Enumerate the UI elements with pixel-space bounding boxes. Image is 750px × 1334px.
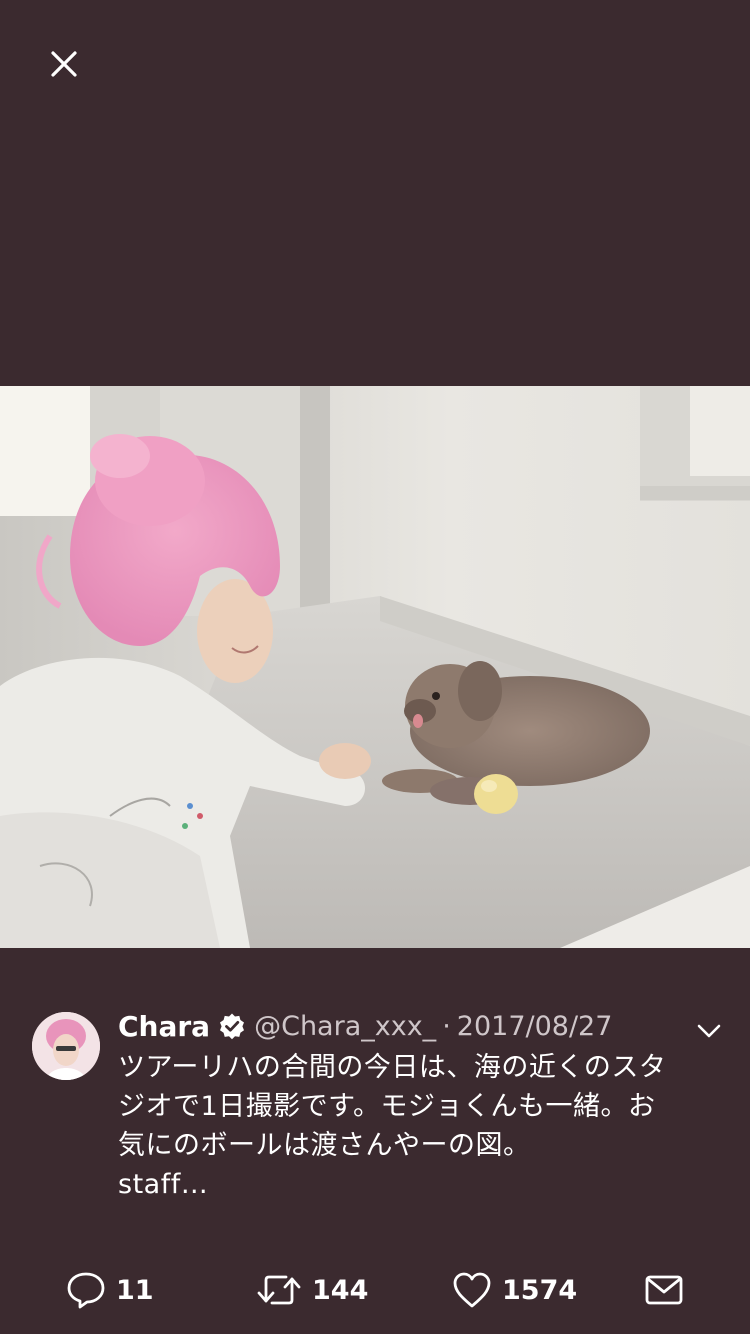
user-handle[interactable]: @Chara_xxx_ — [254, 1011, 436, 1042]
like-button[interactable]: 1574 — [452, 1270, 577, 1310]
media-viewer: Chara @Chara_xxx_ · 2017/08/27 ツアーリハの合間の… — [0, 0, 750, 1334]
close-icon — [51, 51, 77, 77]
like-count: 1574 — [502, 1274, 578, 1306]
avatar[interactable] — [32, 1012, 100, 1080]
close-button[interactable] — [36, 36, 92, 92]
retweet-icon — [257, 1275, 301, 1305]
reply-icon — [67, 1272, 105, 1309]
retweet-count: 144 — [312, 1274, 369, 1306]
tweet-date: 2017/08/27 — [456, 1010, 613, 1042]
reply-button[interactable]: 11 — [66, 1270, 154, 1310]
meta-separator: · — [442, 1010, 451, 1042]
tweet-text-line: ジオで1日撮影です。モジョくんも一緒。お — [118, 1091, 656, 1122]
verified-badge-icon — [218, 1012, 246, 1040]
envelope-icon — [645, 1275, 683, 1305]
tweet-actions: 11 144 1574 — [0, 1262, 750, 1318]
tweet-text-more[interactable]: staff… — [118, 1165, 718, 1204]
tweet-meta: Chara @Chara_xxx_ · 2017/08/27 — [118, 1008, 718, 1044]
tweet-text-line: ツアーリハの合間の今日は、海の近くのスタ — [118, 1052, 667, 1083]
reply-count: 11 — [116, 1274, 154, 1306]
avatar-image — [32, 1012, 100, 1080]
photo-image — [0, 386, 750, 948]
tweet-photo[interactable] — [0, 386, 750, 948]
tweet-content: Chara @Chara_xxx_ · 2017/08/27 ツアーリハの合間の… — [118, 1008, 718, 1204]
retweet-button[interactable]: 144 — [256, 1270, 368, 1310]
share-dm-button[interactable] — [644, 1270, 684, 1310]
tweet-text[interactable]: ツアーリハの合間の今日は、海の近くのスタ ジオで1日撮影です。モジョくんも一緒。… — [118, 1048, 718, 1204]
display-name[interactable]: Chara — [118, 1010, 210, 1043]
heart-icon — [453, 1272, 491, 1308]
more-options-button[interactable] — [694, 1016, 724, 1046]
chevron-down-icon — [697, 1024, 721, 1038]
tweet-text-line: 気にのボールは渡さんやーの図。 — [118, 1130, 531, 1161]
